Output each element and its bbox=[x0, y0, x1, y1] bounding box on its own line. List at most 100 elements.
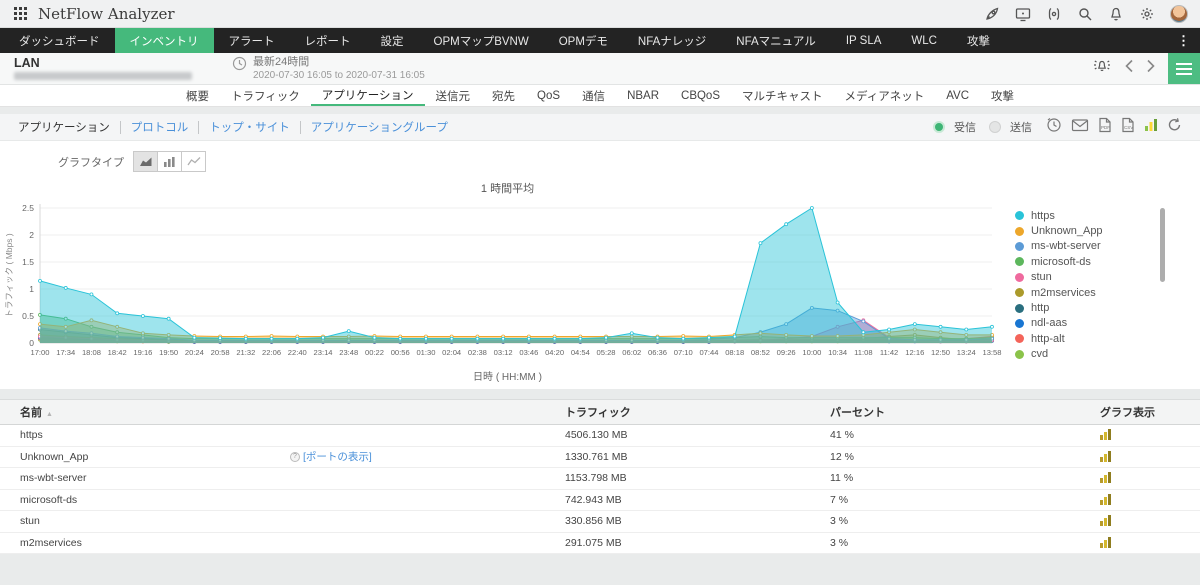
svg-text:00:22: 00:22 bbox=[365, 348, 384, 357]
nav-item-5[interactable]: OPMマップBVNW bbox=[419, 28, 544, 53]
app-name: ms-wbt-server bbox=[20, 472, 87, 485]
email-icon[interactable] bbox=[1071, 118, 1089, 137]
refresh-icon[interactable] bbox=[1167, 117, 1182, 137]
legend-item-ms-wbt-server[interactable]: ms-wbt-server bbox=[1015, 239, 1175, 254]
nav-item-6[interactable]: OPMデモ bbox=[544, 28, 623, 53]
schedule-icon[interactable] bbox=[1045, 116, 1062, 138]
row-graph-icon[interactable] bbox=[1100, 492, 1112, 505]
percent-value: 3 % bbox=[830, 536, 849, 549]
nav-item-10[interactable]: WLC bbox=[896, 28, 952, 53]
tab-6[interactable]: 通信 bbox=[571, 85, 616, 106]
svg-text:09:26: 09:26 bbox=[777, 348, 796, 357]
time-period-selector[interactable]: 最新24時間 2020-07-30 16:05 to 2020-07-31 16… bbox=[232, 56, 425, 81]
legend-label: http-alt bbox=[1031, 332, 1065, 345]
nav-item-2[interactable]: アラート bbox=[214, 28, 290, 53]
legend-item-Unknown_App[interactable]: Unknown_App bbox=[1015, 223, 1175, 238]
legend-dot bbox=[1015, 334, 1024, 344]
legend-item-microsoft-ds[interactable]: microsoft-ds bbox=[1015, 254, 1175, 269]
legend-scrollbar[interactable] bbox=[1160, 208, 1165, 282]
tab-4[interactable]: 宛先 bbox=[481, 85, 526, 106]
device-title: LAN bbox=[14, 56, 40, 70]
subnav-item-0[interactable]: アプリケーション bbox=[18, 119, 110, 135]
help-icon[interactable]: ? bbox=[290, 451, 300, 462]
tab-12[interactable]: 攻撃 bbox=[980, 85, 1025, 106]
legend-dot bbox=[1015, 211, 1024, 221]
send-radio[interactable] bbox=[989, 121, 1001, 133]
app-header: NetFlow Analyzer bbox=[0, 0, 1200, 28]
tab-0[interactable]: 概要 bbox=[175, 85, 220, 106]
nav-item-7[interactable]: NFAナレッジ bbox=[623, 28, 721, 53]
col-graph: グラフ表示 bbox=[1100, 407, 1155, 419]
bell-icon[interactable] bbox=[1108, 6, 1124, 22]
tab-7[interactable]: NBAR bbox=[616, 85, 670, 106]
tab-10[interactable]: メディアネット bbox=[834, 85, 936, 106]
apps-grid-icon[interactable] bbox=[12, 6, 28, 22]
sort-asc-icon[interactable]: ▲ bbox=[46, 411, 53, 418]
row-graph-icon[interactable] bbox=[1100, 535, 1112, 548]
legend-item-http[interactable]: http bbox=[1015, 300, 1175, 315]
nav-item-3[interactable]: レポート bbox=[290, 28, 366, 53]
svg-text:18:08: 18:08 bbox=[82, 348, 101, 357]
svg-text:1: 1 bbox=[29, 284, 34, 294]
alarm-icon[interactable] bbox=[1092, 58, 1112, 80]
chevron-left-icon[interactable] bbox=[1124, 59, 1134, 78]
api-icon[interactable] bbox=[1046, 6, 1062, 22]
receive-radio[interactable] bbox=[933, 121, 945, 133]
tab-5[interactable]: QoS bbox=[526, 85, 571, 106]
legend-label: ndl-aas bbox=[1031, 317, 1068, 330]
legend-item-ndl-aas[interactable]: ndl-aas bbox=[1015, 316, 1175, 331]
legend-item-stun[interactable]: stun bbox=[1015, 270, 1175, 285]
col-percent[interactable]: パーセント bbox=[830, 404, 1100, 420]
traffic-value: 330.856 MB bbox=[565, 515, 622, 528]
pdf-icon[interactable]: PDF bbox=[1098, 117, 1112, 138]
send-label: 送信 bbox=[1010, 122, 1032, 134]
tab-9[interactable]: マルチキャスト bbox=[731, 85, 834, 106]
legend-item-cvd[interactable]: cvd bbox=[1015, 347, 1175, 362]
tab-3[interactable]: 送信元 bbox=[425, 85, 482, 106]
tab-11[interactable]: AVC bbox=[935, 85, 980, 106]
legend-dot bbox=[1015, 288, 1024, 298]
tab-1[interactable]: トラフィック bbox=[220, 85, 311, 106]
line-chart-type-button[interactable] bbox=[181, 151, 206, 172]
nav-item-11[interactable]: 攻撃 bbox=[952, 28, 1005, 53]
chart-title: 1 時間平均 bbox=[480, 183, 535, 195]
show-ports-link[interactable]: [ポートの表示] bbox=[303, 449, 372, 464]
traffic-area-chart[interactable]: 0 0.5 1 1.5 2 2.5 トラフィック ( Mbps ) 17:00 17:34 18:… bbox=[0, 198, 1015, 368]
chart-report-icon[interactable] bbox=[1144, 118, 1158, 137]
user-avatar[interactable] bbox=[1170, 4, 1188, 23]
csv-icon[interactable]: CSV bbox=[1121, 117, 1135, 138]
row-graph-icon[interactable] bbox=[1100, 470, 1112, 484]
legend-item-m2mservices[interactable]: m2mservices bbox=[1015, 285, 1175, 300]
row-graph-icon[interactable] bbox=[1100, 427, 1112, 441]
tab-8[interactable]: CBQoS bbox=[670, 85, 731, 106]
nav-overflow-menu[interactable]: ⋮ bbox=[1167, 28, 1200, 53]
col-traffic[interactable]: トラフィック bbox=[565, 404, 830, 420]
col-name[interactable]: 名前 bbox=[20, 407, 42, 419]
svg-text:トラフィック ( Mbps ): トラフィック ( Mbps ) bbox=[4, 233, 14, 318]
gear-icon[interactable] bbox=[1139, 6, 1155, 22]
nav-item-9[interactable]: IP SLA bbox=[831, 28, 897, 53]
row-graph-icon[interactable] bbox=[1100, 513, 1112, 527]
row-graph-icon[interactable] bbox=[1100, 449, 1112, 462]
bar-chart-type-button[interactable] bbox=[157, 151, 182, 172]
nav-item-0[interactable]: ダッシュボード bbox=[4, 28, 115, 53]
chevron-right-icon[interactable] bbox=[1146, 59, 1156, 78]
device-header: LAN 最新24時間 2020-07-30 16:05 to 2020-07-3… bbox=[0, 53, 1200, 85]
tab-2[interactable]: アプリケーション bbox=[310, 85, 425, 106]
search-icon[interactable] bbox=[1077, 6, 1093, 22]
legend-item-http-alt[interactable]: http-alt bbox=[1015, 331, 1175, 346]
rocket-icon[interactable] bbox=[984, 6, 1000, 22]
svg-text:18:42: 18:42 bbox=[108, 348, 127, 357]
area-chart-type-button[interactable] bbox=[133, 151, 158, 172]
legend-item-https[interactable]: https bbox=[1015, 208, 1175, 223]
svg-text:0: 0 bbox=[29, 338, 34, 348]
panel-menu-button[interactable] bbox=[1168, 53, 1200, 84]
nav-item-8[interactable]: NFAマニュアル bbox=[721, 28, 831, 53]
subnav-item-1[interactable]: プロトコル bbox=[131, 119, 189, 135]
subnav-item-3[interactable]: アプリケーショングループ bbox=[311, 119, 448, 135]
nav-item-4[interactable]: 設定 bbox=[366, 28, 419, 53]
subnav-item-2[interactable]: トップ・サイト bbox=[209, 119, 290, 135]
percent-value: 41 % bbox=[830, 429, 854, 442]
nav-item-1[interactable]: インベントリ bbox=[114, 28, 214, 53]
monitor-icon[interactable] bbox=[1015, 6, 1031, 22]
